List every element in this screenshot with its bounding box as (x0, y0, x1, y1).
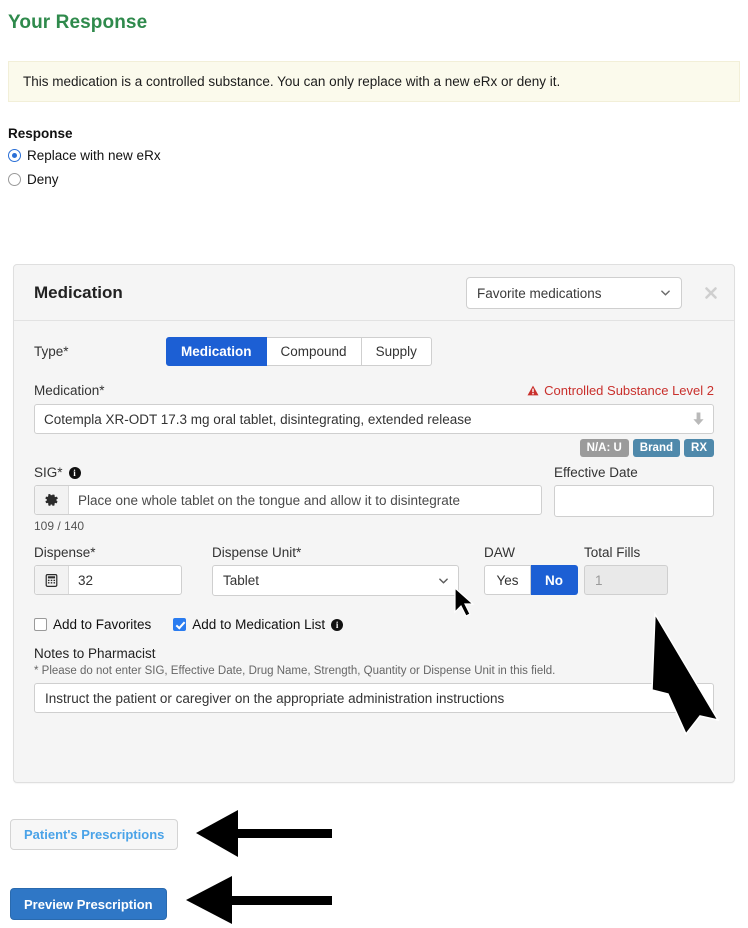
favorite-medications-value: Favorite medications (477, 285, 602, 301)
down-arrow-icon[interactable] (692, 412, 705, 426)
type-option-supply[interactable]: Supply (361, 336, 432, 366)
radio-option-replace[interactable]: Replace with new eRx (8, 148, 161, 163)
controlled-substance-warning-text: Controlled Substance Level 2 (544, 383, 714, 398)
radio-indicator-deny[interactable] (8, 173, 21, 186)
badge-na-u[interactable]: N/A: U (579, 439, 629, 457)
checkbox-add-to-favorites[interactable]: Add to Favorites (34, 617, 151, 632)
radio-option-deny[interactable]: Deny (8, 172, 59, 187)
daw-option-no[interactable]: No (531, 565, 578, 595)
total-fills-input[interactable]: 1 (584, 565, 668, 595)
sig-label-wrap: SIG* i (34, 465, 542, 480)
info-icon[interactable]: i (331, 618, 344, 631)
favorite-medications-select[interactable]: Favorite medications (466, 277, 682, 309)
sig-input-value: Place one whole tablet on the tongue and… (78, 492, 461, 508)
daw-option-yes[interactable]: Yes (484, 565, 531, 595)
preview-prescription-button[interactable]: Preview Prescription (10, 888, 167, 920)
type-button-group: Medication Compound Supply (166, 336, 432, 366)
checkbox-row: Add to Favorites Add to Medication List … (34, 617, 714, 632)
dispense-label: Dispense* (34, 545, 96, 560)
total-fills-column: Total Fills 1 (584, 545, 679, 595)
annotation-arrow-head-2 (186, 876, 232, 924)
calculator-glyph (45, 573, 58, 587)
effective-date-label: Effective Date (554, 465, 638, 480)
effective-date-column: Effective Date (554, 465, 714, 533)
chevron-down-icon (439, 577, 448, 584)
checkbox-indicator-medication-list[interactable] (173, 618, 187, 631)
type-option-compound[interactable]: Compound (266, 336, 362, 366)
medication-panel-header: Medication Favorite medications (14, 265, 734, 321)
page-title: Your Response (8, 12, 148, 33)
calculator-icon[interactable] (35, 566, 69, 594)
radio-indicator-replace[interactable] (8, 149, 21, 162)
medication-badges: N/A: U Brand RX (34, 439, 714, 457)
badge-rx[interactable]: RX (684, 439, 714, 457)
close-icon[interactable] (702, 284, 720, 302)
checkbox-indicator-favorites[interactable] (34, 618, 47, 631)
medication-panel-title: Medication (34, 282, 123, 302)
checkbox-label-favorites: Add to Favorites (53, 617, 152, 632)
daw-label: DAW (484, 545, 515, 560)
dispense-value: 32 (78, 572, 94, 588)
dispense-unit-label: Dispense Unit* (212, 545, 302, 560)
checkbox-label-medication-list: Add to Medication List (192, 617, 326, 632)
controlled-substance-warning: Controlled Substance Level 2 (527, 383, 714, 398)
dispense-unit-select[interactable]: Tablet (212, 565, 459, 596)
medication-label-row: Medication* Controlled Substance Level 2 (34, 383, 714, 398)
dispense-column: Dispense* 32 (34, 545, 212, 595)
response-section-label: Response (8, 126, 73, 141)
badge-brand[interactable]: Brand (632, 439, 681, 457)
radio-label-replace: Replace with new eRx (27, 148, 161, 163)
dispense-unit-value: Tablet (223, 573, 260, 588)
notes-to-pharmacist-hint: * Please do not enter SIG, Effective Dat… (34, 665, 556, 677)
warning-triangle-icon (527, 385, 539, 396)
sig-row: SIG* i Place one whole tablet on the ton… (34, 465, 714, 533)
gear-icon[interactable] (35, 486, 69, 514)
notes-to-pharmacist-label: Notes to Pharmacist (34, 646, 156, 661)
medication-panel: Medication Favorite medications Type* Me… (13, 264, 735, 783)
annotation-arrow-head-1 (196, 810, 238, 857)
checkbox-add-to-medication-list[interactable]: Add to Medication List i (173, 617, 344, 632)
chevron-down-icon (661, 290, 670, 296)
info-icon[interactable]: i (68, 466, 81, 479)
gear-glyph (44, 494, 58, 506)
type-row: Type* Medication Compound Supply (34, 321, 714, 381)
annotation-arrow-shaft-1 (230, 829, 332, 838)
notes-to-pharmacist-input[interactable]: Instruct the patient or caregiver on the… (34, 683, 714, 713)
medication-field-label: Medication* (34, 383, 105, 398)
radio-label-deny: Deny (27, 172, 59, 187)
sig-label: SIG* (34, 465, 63, 480)
type-option-medication[interactable]: Medication (166, 336, 267, 366)
total-fills-label: Total Fills (584, 545, 641, 560)
dispense-unit-column: Dispense Unit* Tablet (212, 545, 470, 596)
dispense-input[interactable]: 32 (34, 565, 182, 595)
medication-panel-body: Type* Medication Compound Supply Medicat… (14, 321, 734, 713)
annotation-arrow-shaft-2 (230, 896, 332, 905)
close-x-glyph (705, 286, 717, 299)
effective-date-input[interactable] (554, 485, 714, 517)
sig-column: SIG* i Place one whole tablet on the ton… (34, 465, 542, 533)
controlled-substance-alert: This medication is a controlled substanc… (8, 61, 740, 102)
page-root: Your Response This medication is a contr… (0, 0, 748, 928)
patients-prescriptions-button[interactable]: Patient's Prescriptions (10, 819, 179, 850)
daw-column: DAW Yes No (484, 545, 584, 595)
medication-input-value: Cotempla XR-ODT 17.3 mg oral tablet, dis… (44, 411, 472, 427)
daw-button-group: Yes No (484, 565, 584, 595)
alert-text: This medication is a controlled substanc… (23, 74, 561, 89)
sig-input[interactable]: Place one whole tablet on the tongue and… (34, 485, 542, 515)
type-label: Type* (34, 343, 69, 359)
sig-character-counter: 109 / 140 (34, 519, 85, 533)
dispense-row: Dispense* 32 Dispense Unit* Tablet DAW Y… (34, 545, 714, 596)
medication-input[interactable]: Cotempla XR-ODT 17.3 mg oral tablet, dis… (34, 404, 714, 434)
